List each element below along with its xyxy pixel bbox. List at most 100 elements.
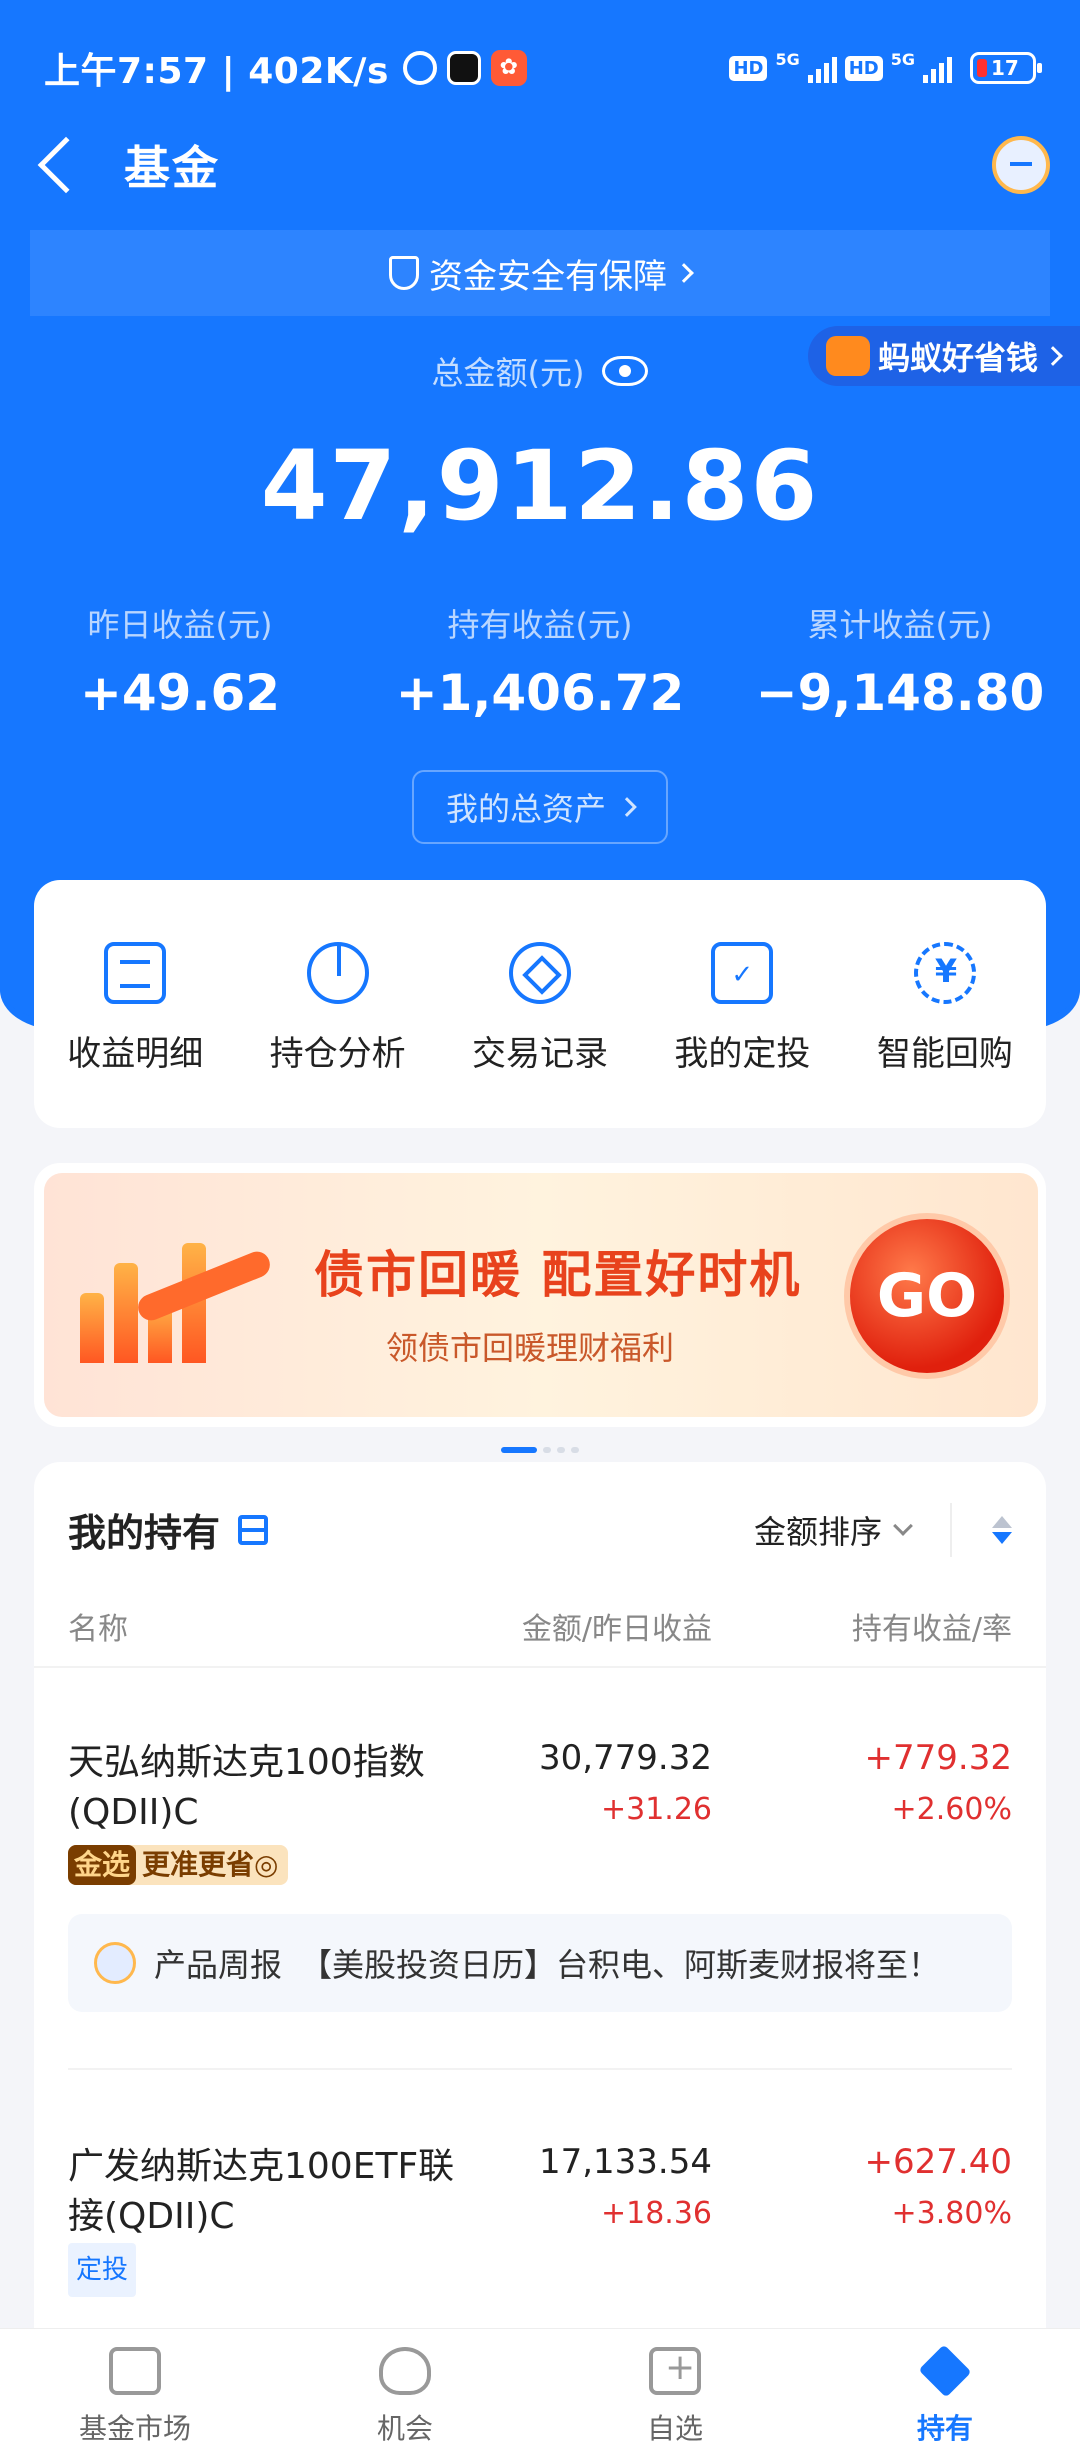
page-title: 基金 bbox=[124, 141, 220, 195]
shield-icon bbox=[389, 256, 419, 290]
carousel-dots bbox=[34, 1447, 1046, 1453]
holdings-column-headers: 名称 金额/昨日收益 持有收益/率 bbox=[68, 1604, 1012, 1648]
quick-action-smart-buyback[interactable]: 智能回购 bbox=[844, 942, 1046, 1128]
fund-gain-value: +627.40 bbox=[864, 2142, 1012, 2182]
go-button[interactable]: GO bbox=[844, 1213, 1010, 1379]
nav-label: 机会 bbox=[376, 2412, 433, 2445]
quick-action-label: 持仓分析 bbox=[269, 1034, 406, 1074]
quick-action-label: 智能回购 bbox=[876, 1034, 1013, 1074]
quick-actions-card: 收益明细 持仓分析 交易记录 我的定投 智能回购 bbox=[34, 880, 1046, 1128]
divider bbox=[68, 2068, 1012, 2070]
chevron-right-icon bbox=[617, 797, 637, 817]
fund-yesterday-gain: +18.36 bbox=[600, 2196, 712, 2231]
bottom-nav: 基金市场 机会 自选 持有 bbox=[0, 2328, 1080, 2460]
quick-action-label: 交易记录 bbox=[472, 1034, 609, 1074]
status-bar: 上午7:57 | 402K/s ✿ HD 5G HD 5G 17 bbox=[44, 38, 1042, 98]
eye-icon[interactable] bbox=[602, 356, 649, 386]
weekly-report-notice[interactable]: 产品周报 【美股投资日历】台积电、阿斯麦财报将至！ bbox=[68, 1914, 1012, 2012]
stat-holding: 持有收益(元) +1,406.72 bbox=[360, 600, 720, 722]
fund-name-text: 天弘纳斯达克100指数(QDII)C bbox=[68, 1742, 425, 1833]
stat-value: +49.62 bbox=[79, 664, 281, 722]
app-notification-icon bbox=[446, 51, 481, 85]
total-amount-label: 总金额(元) bbox=[431, 354, 585, 392]
fund-amount: 17,133.54 +18.36 bbox=[539, 2142, 712, 2231]
carousel-dot bbox=[501, 1447, 537, 1453]
report-text: 【美股投资日历】台积电、阿斯麦财报将至！ bbox=[300, 1946, 941, 1984]
pie-chart-icon bbox=[306, 942, 369, 1004]
gold-pick-key: 金选 bbox=[68, 1845, 137, 1885]
quick-action-transactions[interactable]: 交易记录 bbox=[439, 942, 641, 1128]
quick-action-label: 我的定投 bbox=[674, 1034, 811, 1074]
app-badge-icon: ✿ bbox=[490, 50, 527, 86]
nav-fund-market[interactable]: 基金市场 bbox=[0, 2329, 270, 2460]
nav-opportunity[interactable]: 机会 bbox=[270, 2329, 540, 2460]
gold-pick-badge: 金选 更准更省 ◎ bbox=[68, 1845, 289, 1885]
stat-label: 累计收益(元) bbox=[807, 606, 993, 644]
sort-order-icon[interactable] bbox=[992, 1515, 1012, 1544]
fund-name: 天弘纳斯达克100指数(QDII)C 金选 更准更省 ◎ bbox=[68, 1738, 468, 1888]
chevron-right-icon bbox=[674, 263, 694, 283]
column-gain: 持有收益/率 bbox=[851, 1612, 1012, 1647]
battery-icon: 17 bbox=[970, 52, 1042, 84]
diamond-circle-icon bbox=[509, 942, 572, 1004]
auto-invest-badge: 定投 bbox=[68, 2243, 137, 2297]
column-amount: 金额/昨日收益 bbox=[521, 1612, 712, 1647]
fund-gain-value: +779.32 bbox=[864, 1738, 1012, 1778]
yen-cycle-icon bbox=[913, 942, 976, 1004]
status-time: 上午7:57 | 402K/s bbox=[44, 51, 389, 92]
calendar-check-icon bbox=[711, 942, 774, 1004]
fund-gain-rate: +3.80% bbox=[891, 2196, 1012, 2231]
stat-label: 持有收益(元) bbox=[447, 606, 633, 644]
assistant-avatar-icon[interactable] bbox=[992, 136, 1050, 194]
app-header: 基金 bbox=[30, 120, 1050, 210]
nav-label: 基金市场 bbox=[78, 2412, 191, 2445]
nav-label: 持有 bbox=[916, 2412, 973, 2445]
layers-icon bbox=[918, 2344, 972, 2398]
stat-value: −9,148.80 bbox=[755, 664, 1045, 722]
alarm-icon bbox=[402, 51, 437, 85]
sort-label: 金额排序 bbox=[753, 1512, 882, 1551]
fund-name: 广发纳斯达克100ETF联接(QDII)C 定投 bbox=[68, 2142, 468, 2297]
binoculars-icon bbox=[379, 2347, 431, 2395]
list-view-icon[interactable] bbox=[238, 1514, 269, 1545]
holdings-title: 我的持有 bbox=[68, 1511, 221, 1555]
fund-holding-gain: +627.40 +3.80% bbox=[865, 2142, 1012, 2231]
nav-holdings[interactable]: 持有 bbox=[810, 2329, 1080, 2460]
back-arrow-icon[interactable] bbox=[37, 136, 95, 194]
fund-row[interactable]: 天弘纳斯达克100指数(QDII)C 金选 更准更省 ◎ 30,779.32 +… bbox=[68, 1738, 1012, 1888]
stat-yesterday: 昨日收益(元) +49.62 bbox=[0, 600, 360, 722]
divider bbox=[34, 1666, 1046, 1668]
stat-cumulative: 累计收益(元) −9,148.80 bbox=[720, 600, 1080, 722]
fund-amount-value: 17,133.54 bbox=[538, 2142, 712, 2182]
banner-title: 债市回暖 配置好时机 bbox=[314, 1246, 802, 1304]
document-icon bbox=[104, 942, 167, 1004]
signal-icon bbox=[807, 53, 837, 83]
fund-gain-rate: +2.60% bbox=[891, 1792, 1012, 1827]
quick-action-position-analysis[interactable]: 持仓分析 bbox=[236, 942, 438, 1128]
nav-label: 自选 bbox=[646, 2412, 703, 2445]
total-assets-button[interactable]: 我的总资产 bbox=[412, 770, 668, 844]
quick-action-auto-invest[interactable]: 我的定投 bbox=[641, 942, 843, 1128]
nav-watchlist[interactable]: 自选 bbox=[540, 2329, 810, 2460]
promo-banner-card: 债市回暖 配置好时机 领债市回暖理财福利 GO bbox=[34, 1163, 1046, 1453]
carousel-dot bbox=[571, 1447, 579, 1453]
promo-banner[interactable]: 债市回暖 配置好时机 领债市回暖理财福利 GO bbox=[44, 1173, 1038, 1417]
safety-banner[interactable]: 资金安全有保障 bbox=[30, 230, 1050, 316]
quick-action-earnings-detail[interactable]: 收益明细 bbox=[34, 942, 236, 1128]
carousel-dot bbox=[543, 1447, 551, 1453]
assistant-avatar-icon bbox=[94, 1942, 136, 1984]
carousel-dot bbox=[557, 1447, 565, 1453]
stat-label: 昨日收益(元) bbox=[87, 606, 273, 644]
total-assets-label: 我的总资产 bbox=[445, 790, 606, 828]
total-amount-label-row: 总金额(元) bbox=[0, 348, 1080, 394]
fund-amount-value: 30,779.32 bbox=[538, 1738, 712, 1778]
target-icon: ◎ bbox=[254, 1848, 279, 1881]
add-favorite-icon bbox=[649, 2347, 701, 2395]
safety-label: 资金安全有保障 bbox=[429, 256, 667, 297]
fund-holding-gain: +779.32 +2.60% bbox=[865, 1738, 1012, 1827]
fund-row[interactable]: 广发纳斯达克100ETF联接(QDII)C 定投 17,133.54 +18.3… bbox=[68, 2142, 1012, 2297]
network-label: 5G bbox=[775, 49, 800, 69]
quick-action-label: 收益明细 bbox=[67, 1034, 204, 1074]
report-prefix: 产品周报 bbox=[154, 1946, 283, 1984]
sort-dropdown[interactable]: 金额排序 bbox=[753, 1507, 913, 1553]
